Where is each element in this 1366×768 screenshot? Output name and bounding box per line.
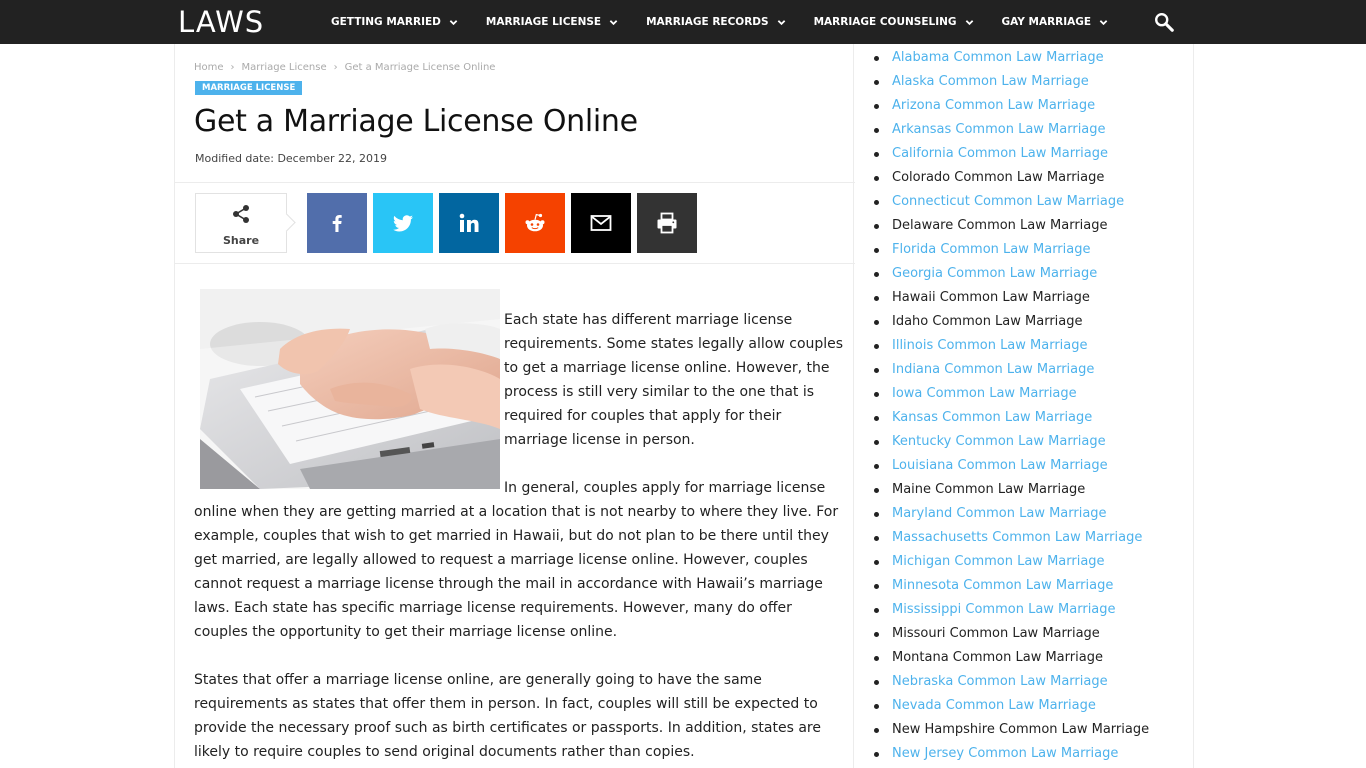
- breadcrumb-home[interactable]: Home: [194, 62, 224, 73]
- list-item[interactable]: Massachusetts Common Law Marriage: [874, 526, 1149, 550]
- list-item[interactable]: Arkansas Common Law Marriage: [874, 118, 1149, 142]
- twitter-share-button[interactable]: [373, 193, 433, 253]
- list-item[interactable]: Michigan Common Law Marriage: [874, 550, 1149, 574]
- nav-marriage-records[interactable]: MARRIAGE RECORDS: [646, 16, 785, 28]
- list-item: New Hampshire Common Law Marriage: [874, 718, 1149, 742]
- nav-marriage-counseling[interactable]: MARRIAGE COUNSELING: [814, 16, 974, 28]
- page-title: Get a Marriage License Online: [194, 104, 638, 139]
- nav-label: MARRIAGE LICENSE: [485, 16, 602, 28]
- list-item: Colorado Common Law Marriage: [874, 166, 1149, 190]
- state-list: Alabama Common Law Marriage Alaska Commo…: [874, 46, 1149, 766]
- breadcrumb-separator: ›: [230, 62, 235, 73]
- nav-marriage-license[interactable]: MARRIAGE LICENSE: [486, 16, 618, 28]
- list-item[interactable]: Florida Common Law Marriage: [874, 238, 1149, 262]
- list-item[interactable]: Connecticut Common Law Marriage: [874, 190, 1149, 214]
- main-nav: GETTING MARRIED MARRIAGE LICENSE MARRIAG…: [331, 0, 1136, 44]
- article-paragraph: In general, couples apply for marriage l…: [504, 480, 826, 496]
- list-item[interactable]: Kentucky Common Law Marriage: [874, 430, 1149, 454]
- share-button[interactable]: Share: [195, 193, 287, 253]
- article-main: Home › Marriage License › Get a Marriage…: [174, 44, 855, 768]
- list-item[interactable]: Indiana Common Law Marriage: [874, 358, 1149, 382]
- twitter-icon: [393, 215, 413, 232]
- email-share-button[interactable]: [571, 193, 631, 253]
- list-item[interactable]: Iowa Common Law Marriage: [874, 382, 1149, 406]
- list-item: Delaware Common Law Marriage: [874, 214, 1149, 238]
- print-share-button[interactable]: [637, 193, 697, 253]
- chevron-down-icon: [777, 19, 785, 25]
- facebook-share-button[interactable]: [307, 193, 367, 253]
- article-paragraph: States that offer a marriage license onl…: [194, 672, 821, 760]
- nav-label: MARRIAGE COUNSELING: [813, 16, 957, 28]
- linkedin-icon: [459, 213, 479, 232]
- list-item: Missouri Common Law Marriage: [874, 622, 1149, 646]
- breadcrumb-separator: ›: [333, 62, 338, 73]
- reddit-icon: [525, 213, 545, 232]
- modified-date: Modified date: December 22, 2019: [195, 152, 387, 165]
- nav-getting-married[interactable]: GETTING MARRIED: [331, 16, 458, 28]
- list-item[interactable]: Illinois Common Law Marriage: [874, 334, 1149, 358]
- list-item: Montana Common Law Marriage: [874, 646, 1149, 670]
- site-logo[interactable]: LAWS: [178, 6, 264, 38]
- list-item: Hawaii Common Law Marriage: [874, 286, 1149, 310]
- list-item[interactable]: Louisiana Common Law Marriage: [874, 454, 1149, 478]
- list-item[interactable]: Georgia Common Law Marriage: [874, 262, 1149, 286]
- top-navigation-bar: LAWS GETTING MARRIED MARRIAGE LICENSE MA…: [0, 0, 1366, 44]
- breadcrumb-category[interactable]: Marriage License: [242, 62, 327, 73]
- nav-label: GETTING MARRIED: [331, 16, 441, 28]
- breadcrumb-current: Get a Marriage License Online: [344, 62, 496, 73]
- nav-gay-marriage[interactable]: GAY MARRIAGE: [1002, 16, 1109, 28]
- sidebar-state-list: Alabama Common Law Marriage Alaska Commo…: [854, 44, 1194, 768]
- reddit-share-button[interactable]: [505, 193, 565, 253]
- list-item[interactable]: California Common Law Marriage: [874, 142, 1149, 166]
- article-image-laptop-typing: [200, 289, 500, 489]
- list-item[interactable]: Maryland Common Law Marriage: [874, 502, 1149, 526]
- linkedin-share-button[interactable]: [439, 193, 499, 253]
- nav-label: GAY MARRIAGE: [1001, 16, 1092, 28]
- article-paragraph: Each state has different marriage licens…: [504, 312, 844, 448]
- envelope-icon: [590, 215, 612, 231]
- laptop-illustration: [200, 289, 500, 489]
- chevron-down-icon: [1099, 19, 1108, 25]
- chevron-down-icon: [609, 19, 618, 25]
- divider: [175, 182, 855, 183]
- share-label: Share: [222, 234, 260, 247]
- category-badge[interactable]: MARRIAGE LICENSE: [195, 81, 303, 95]
- list-item[interactable]: Arizona Common Law Marriage: [874, 94, 1149, 118]
- share-icon: [233, 205, 249, 223]
- nav-label: MARRIAGE RECORDS: [646, 16, 769, 28]
- list-item[interactable]: Mississippi Common Law Marriage: [874, 598, 1149, 622]
- chevron-down-icon: [449, 19, 458, 25]
- list-item[interactable]: Nevada Common Law Marriage: [874, 694, 1149, 718]
- list-item[interactable]: Minnesota Common Law Marriage: [874, 574, 1149, 598]
- list-item[interactable]: Nebraska Common Law Marriage: [874, 670, 1149, 694]
- list-item[interactable]: Alaska Common Law Marriage: [874, 70, 1149, 94]
- printer-icon: [657, 212, 677, 234]
- breadcrumb: Home › Marriage License › Get a Marriage…: [194, 62, 501, 73]
- article-paragraph: online when they are getting married at …: [194, 504, 839, 640]
- list-item[interactable]: Kansas Common Law Marriage: [874, 406, 1149, 430]
- facebook-icon: [332, 215, 342, 232]
- search-icon[interactable]: [1153, 11, 1175, 33]
- divider: [175, 263, 855, 264]
- list-item[interactable]: New Jersey Common Law Marriage: [874, 742, 1149, 766]
- chevron-down-icon: [965, 19, 973, 25]
- list-item[interactable]: Alabama Common Law Marriage: [874, 46, 1149, 70]
- list-item: Idaho Common Law Marriage: [874, 310, 1149, 334]
- list-item: Maine Common Law Marriage: [874, 478, 1149, 502]
